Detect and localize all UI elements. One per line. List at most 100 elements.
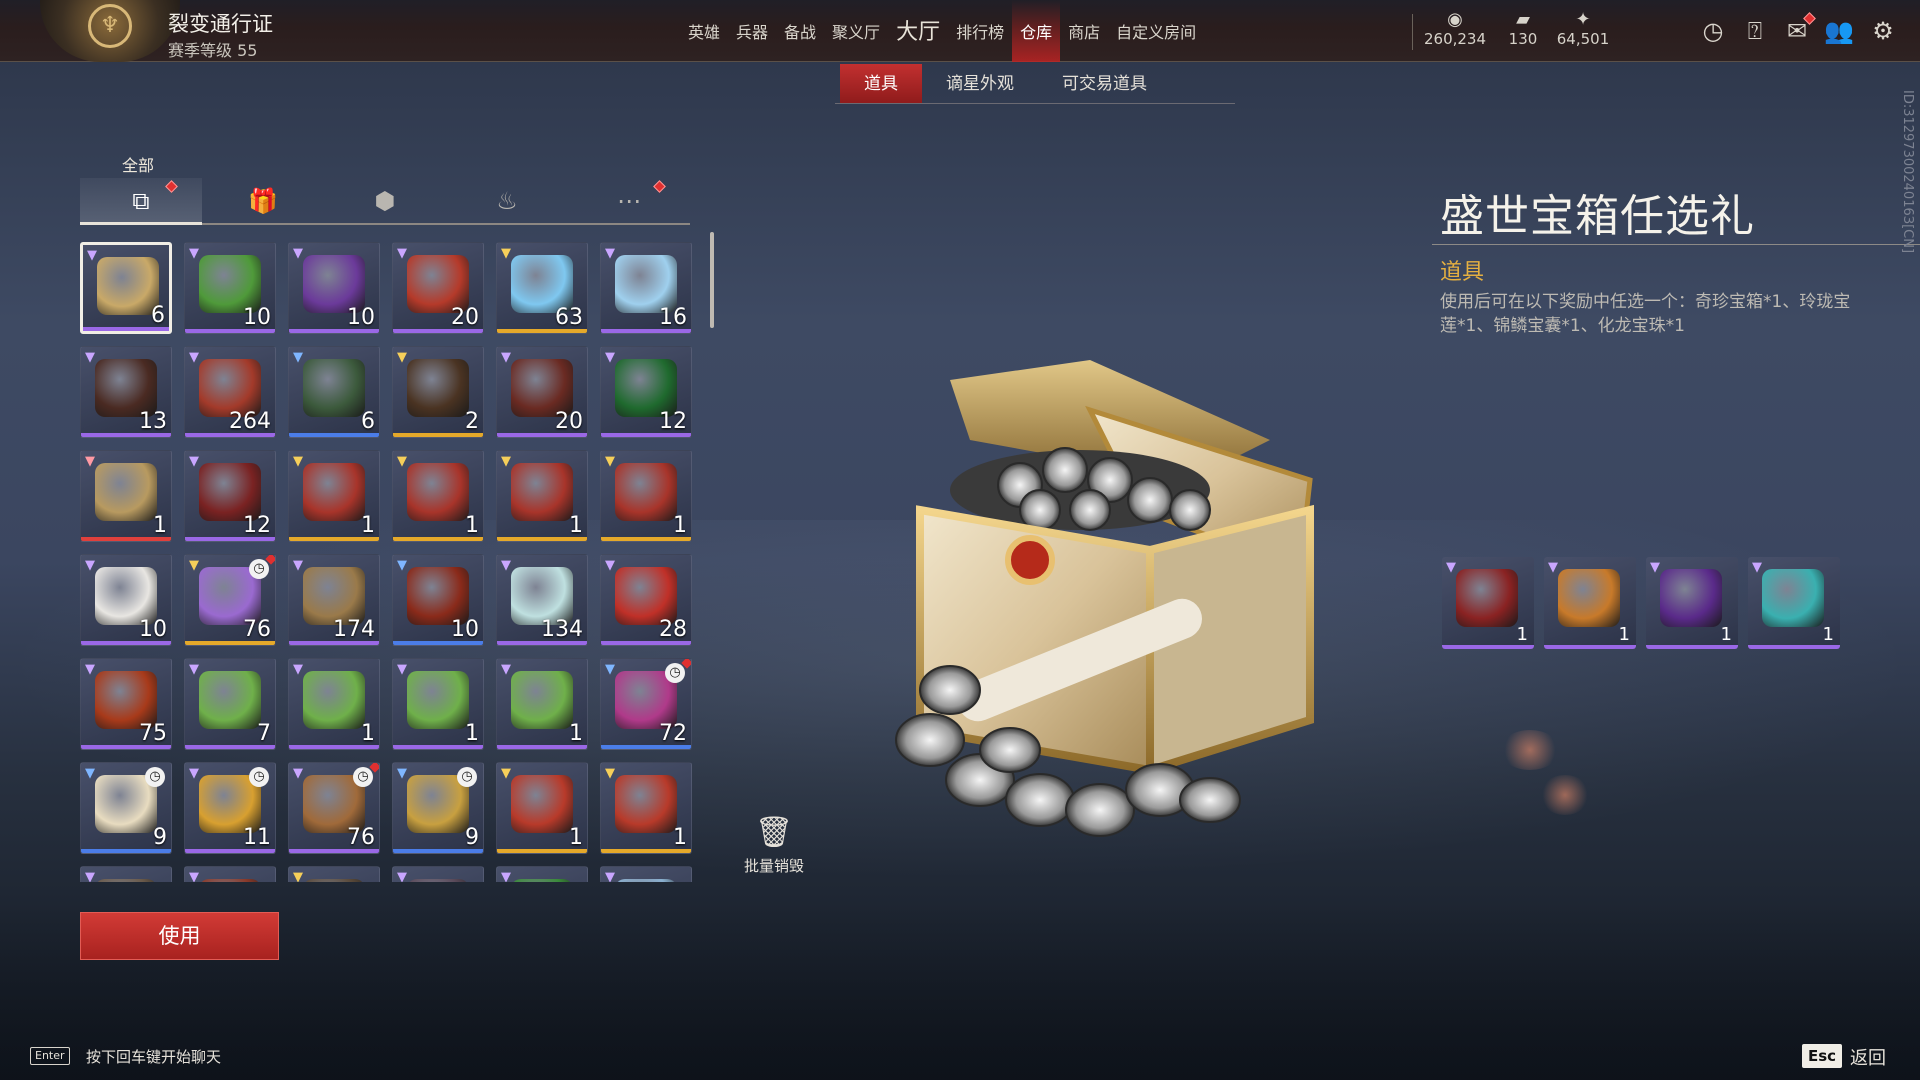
nav-item[interactable]: 自定义房间	[1108, 0, 1204, 62]
inventory-item[interactable]: ▼ 10	[392, 554, 484, 646]
inventory-item[interactable]: ▼ 1	[288, 450, 380, 542]
rarity-bar	[601, 329, 691, 333]
reward-image	[1558, 569, 1620, 627]
inventory-item[interactable]: ▼ 1	[80, 450, 172, 542]
inventory-item[interactable]: ▼ ◷ 76	[184, 554, 276, 646]
category-tab[interactable]: ♨	[446, 178, 568, 224]
inventory-item[interactable]: ▼ 264	[184, 346, 276, 438]
nav-item[interactable]: 仓库	[1012, 0, 1061, 62]
nav-item[interactable]: 商店	[1060, 0, 1108, 62]
clock-icon[interactable]: ◷	[1698, 16, 1728, 46]
rarity-mark-icon: ▼	[605, 558, 615, 573]
inventory-item[interactable]: ▼ 1	[496, 658, 588, 750]
item-image	[407, 359, 469, 417]
inventory-item[interactable]: ▼ 1	[496, 762, 588, 854]
inventory-item[interactable]: ▼	[600, 866, 692, 882]
inventory-item[interactable]: ▼ 2	[392, 346, 484, 438]
rarity-bar	[497, 849, 587, 853]
inventory-item[interactable]: ▼ 20	[496, 346, 588, 438]
pass-level: 赛季等级 55	[168, 41, 258, 60]
inventory-item[interactable]: ▼ 1	[392, 450, 484, 542]
help-icon[interactable]: ⍰	[1740, 16, 1770, 46]
season-pass-emblem[interactable]: ♆	[40, 0, 180, 62]
inventory-item[interactable]: ▼ 16	[600, 242, 692, 334]
flame-icon: ♨	[496, 187, 518, 215]
inventory-item[interactable]: ▼ ◷ 9	[392, 762, 484, 854]
friends-icon[interactable]: 👥	[1824, 16, 1854, 46]
inventory-item[interactable]: ▼ ◷ 76	[288, 762, 380, 854]
reward-option[interactable]: ▼ 1	[1442, 557, 1534, 649]
category-tab[interactable]: ⧉	[80, 178, 202, 224]
subtab[interactable]: 道具	[840, 64, 922, 104]
inventory-item[interactable]: ▼	[80, 866, 172, 882]
inventory-item[interactable]: ▼ 134	[496, 554, 588, 646]
rarity-mark-icon: ▼	[189, 454, 199, 469]
inventory-item[interactable]: ▼ 1	[392, 658, 484, 750]
inventory-item[interactable]: ▼ 1	[600, 762, 692, 854]
nav-item[interactable]: 英雄	[680, 0, 728, 62]
item-count: 1	[361, 721, 375, 746]
subtab[interactable]: 谪星外观	[922, 64, 1038, 104]
inventory-item[interactable]: ▼	[496, 866, 588, 882]
notification-dot	[653, 180, 666, 193]
nav-item[interactable]: 聚义厅	[824, 0, 888, 62]
inventory-item[interactable]: ▼ ◷ 9	[80, 762, 172, 854]
inventory-item[interactable]: ▼ 75	[80, 658, 172, 750]
pass-title[interactable]: 裂变通行证	[168, 8, 273, 38]
inventory-item[interactable]: ▼ 6	[288, 346, 380, 438]
nav-item[interactable]: 排行榜	[948, 0, 1012, 62]
nav-item[interactable]: 大厅	[888, 0, 948, 62]
category-tab[interactable]: ⋯	[568, 178, 690, 224]
subtab[interactable]: 可交易道具	[1038, 64, 1171, 104]
item-count: 75	[139, 721, 167, 746]
badge-icon: ⬢	[374, 187, 396, 215]
chat-hint[interactable]: 按下回车键开始聊天	[86, 1046, 221, 1067]
nav-item[interactable]: 备战	[776, 0, 824, 62]
esc-key-hint[interactable]: Esc	[1802, 1044, 1842, 1068]
resource-value: 130	[1508, 30, 1538, 48]
inventory-item[interactable]: ▼ 1	[496, 450, 588, 542]
item-image	[615, 879, 677, 882]
settings-icon[interactable]: ⚙	[1868, 16, 1898, 46]
inventory-item[interactable]: ▼	[184, 866, 276, 882]
inventory-item[interactable]: ▼ 10	[288, 242, 380, 334]
rarity-mark-icon: ▼	[293, 454, 303, 469]
rarity-mark-icon: ▼	[85, 558, 95, 573]
inventory-item[interactable]: ▼ 10	[184, 242, 276, 334]
nav-item[interactable]: 兵器	[728, 0, 776, 62]
inventory-item[interactable]: ▼ 174	[288, 554, 380, 646]
rarity-bar	[81, 433, 171, 437]
sub-tabs-underline	[835, 103, 1235, 104]
inventory-item[interactable]: ▼ 13	[80, 346, 172, 438]
inventory-item[interactable]: ▼ 12	[600, 346, 692, 438]
rarity-mark-icon: ▼	[605, 662, 615, 677]
batch-destroy-button[interactable]: 🗑 批量销毁	[734, 815, 814, 876]
inventory-item[interactable]: ▼ ◷ 11	[184, 762, 276, 854]
inventory-item[interactable]: ▼ 10	[80, 554, 172, 646]
back-button[interactable]: 返回	[1850, 1044, 1886, 1070]
inventory-scrollbar[interactable]	[710, 232, 714, 328]
reward-option[interactable]: ▼ 1	[1748, 557, 1840, 649]
mail-icon[interactable]: ✉	[1782, 12, 1816, 46]
category-tab[interactable]: 🎁	[202, 178, 324, 224]
inventory-item[interactable]: ▼	[392, 866, 484, 882]
inventory-item[interactable]: ▼ 7	[184, 658, 276, 750]
rarity-mark-icon: ▼	[605, 766, 615, 781]
inventory-item[interactable]: ▼ 6	[80, 242, 172, 334]
inventory-item[interactable]: ▼ 12	[184, 450, 276, 542]
use-button[interactable]: 使用	[80, 912, 279, 960]
inventory-item[interactable]: ▼ 1	[288, 658, 380, 750]
item-count: 16	[659, 305, 687, 330]
item-image	[199, 879, 261, 882]
reward-option[interactable]: ▼ 1	[1646, 557, 1738, 649]
inventory-item[interactable]: ▼ 20	[392, 242, 484, 334]
inventory-item[interactable]: ▼	[288, 866, 380, 882]
inventory-item[interactable]: ▼ 63	[496, 242, 588, 334]
item-image	[407, 671, 469, 729]
category-active-indicator	[80, 222, 202, 225]
category-tab[interactable]: ⬢	[324, 178, 446, 224]
inventory-item[interactable]: ▼ 28	[600, 554, 692, 646]
reward-option[interactable]: ▼ 1	[1544, 557, 1636, 649]
inventory-item[interactable]: ▼ 1	[600, 450, 692, 542]
inventory-item[interactable]: ▼ ◷ 72	[600, 658, 692, 750]
